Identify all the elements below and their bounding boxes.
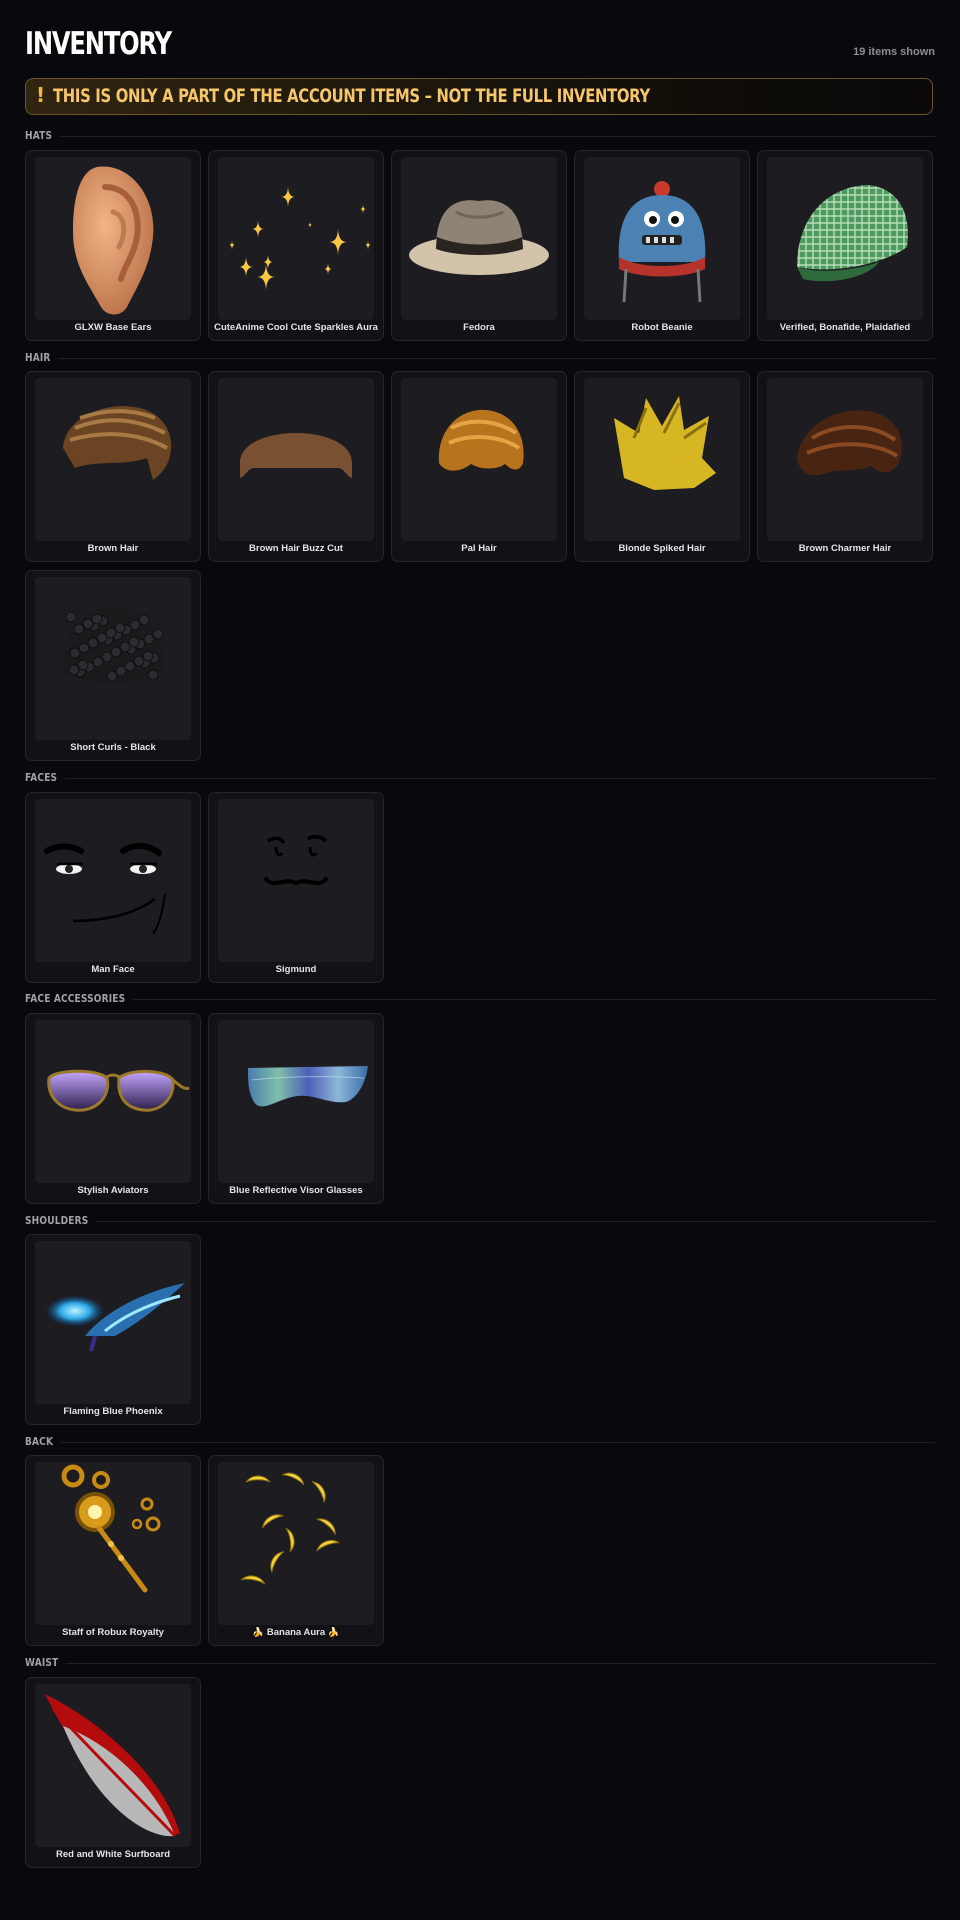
plaid-cap-icon bbox=[767, 157, 923, 320]
section-title: HATS bbox=[25, 129, 53, 142]
item-count: 19 items shown bbox=[853, 46, 935, 58]
inventory-page: INVENTORY 19 items shown ! THIS IS ONLY … bbox=[0, 0, 960, 1920]
item-name: Red and White Surfboard bbox=[56, 1849, 170, 1860]
item-name: Brown Hair bbox=[87, 543, 139, 554]
section-divider bbox=[60, 136, 935, 137]
item-card[interactable]: GLXW Base Ears bbox=[25, 150, 201, 341]
item-name: Brown Charmer Hair bbox=[798, 543, 892, 554]
section-divider bbox=[96, 1221, 935, 1222]
item-name: Blue Reflective Visor Glasses bbox=[229, 1185, 363, 1196]
mustache-face-icon bbox=[218, 799, 374, 962]
aviator-glasses-icon bbox=[35, 1020, 191, 1183]
item-card[interactable]: Brown Hair Buzz Cut bbox=[208, 371, 384, 562]
item-name: Stylish Aviators bbox=[77, 1185, 149, 1196]
item-card[interactable]: Short Curls - Black bbox=[25, 570, 201, 761]
item-card[interactable]: Brown Hair bbox=[25, 371, 201, 562]
section-title: WAIST bbox=[25, 1656, 59, 1669]
ear-icon bbox=[35, 157, 191, 320]
section-title: FACES bbox=[25, 771, 58, 784]
item-card[interactable]: 🍌 Banana Aura 🍌 bbox=[208, 1455, 384, 1646]
section-title: BACK bbox=[25, 1435, 54, 1448]
item-name: Fedora bbox=[463, 322, 495, 333]
item-card[interactable]: Staff of Robux Royalty bbox=[25, 1455, 201, 1646]
charmer-hair-icon bbox=[767, 378, 923, 541]
item-name: Man Face bbox=[91, 964, 135, 975]
section-header-hats: HATS bbox=[25, 129, 935, 143]
section-title: HAIR bbox=[25, 351, 51, 364]
surfboard-icon bbox=[35, 1684, 191, 1847]
section-divider bbox=[133, 999, 935, 1000]
item-card[interactable]: Pal Hair bbox=[391, 371, 567, 562]
item-name: Short Curls - Black bbox=[70, 742, 156, 753]
section-header-waist: WAIST bbox=[25, 1656, 935, 1670]
item-name: GLXW Base Ears bbox=[74, 322, 152, 333]
man-face-icon bbox=[35, 799, 191, 962]
section-title: FACE ACCESSORIES bbox=[25, 992, 126, 1005]
section-divider bbox=[58, 358, 935, 359]
item-name: Pal Hair bbox=[461, 543, 497, 554]
item-card[interactable]: Sigmund bbox=[208, 792, 384, 983]
item-card[interactable]: Flaming Blue Phoenix bbox=[25, 1234, 201, 1425]
item-card[interactable]: Stylish Aviators bbox=[25, 1013, 201, 1204]
page-title: INVENTORY bbox=[25, 26, 172, 62]
section-header-back: BACK bbox=[25, 1435, 935, 1449]
item-name: Brown Hair Buzz Cut bbox=[249, 543, 343, 554]
spiked-hair-icon bbox=[584, 378, 740, 541]
item-card[interactable]: Verified, Bonafide, Plaidafied bbox=[757, 150, 933, 341]
banana-aura-icon bbox=[218, 1462, 374, 1625]
warning-text: THIS IS ONLY A PART OF THE ACCOUNT ITEMS… bbox=[53, 85, 650, 107]
section-divider bbox=[66, 1663, 935, 1664]
item-card[interactable]: Blonde Spiked Hair bbox=[574, 371, 750, 562]
section-header-faces: FACES bbox=[25, 771, 935, 785]
visor-glasses-icon bbox=[218, 1020, 374, 1183]
curly-hair-icon bbox=[35, 577, 191, 740]
brown-hair-icon bbox=[35, 378, 191, 541]
item-name: Flaming Blue Phoenix bbox=[63, 1406, 163, 1417]
section-header-face-accessories: FACE ACCESSORIES bbox=[25, 992, 935, 1006]
item-name: Robot Beanie bbox=[631, 322, 693, 333]
item-card[interactable]: Fedora bbox=[391, 150, 567, 341]
header: INVENTORY 19 items shown bbox=[25, 26, 935, 62]
item-name: Verified, Bonafide, Plaidafied bbox=[779, 322, 911, 333]
pal-hair-icon bbox=[401, 378, 557, 541]
item-name: CuteAnime Cool Cute Sparkles Aura bbox=[214, 322, 378, 333]
item-card[interactable]: Blue Reflective Visor Glasses bbox=[208, 1013, 384, 1204]
fedora-hat-icon bbox=[401, 157, 557, 320]
buzz-cut-icon bbox=[218, 378, 374, 541]
item-name: Sigmund bbox=[275, 964, 317, 975]
exclamation-icon: ! bbox=[36, 83, 46, 107]
section-header-shoulders: SHOULDERS bbox=[25, 1214, 935, 1228]
item-name: 🍌 Banana Aura 🍌 bbox=[252, 1627, 340, 1638]
item-card[interactable]: Robot Beanie bbox=[574, 150, 750, 341]
item-card[interactable]: Red and White Surfboard bbox=[25, 1677, 201, 1868]
item-card[interactable]: Brown Charmer Hair bbox=[757, 371, 933, 562]
phoenix-icon bbox=[35, 1241, 191, 1404]
item-card[interactable]: CuteAnime Cool Cute Sparkles Aura bbox=[208, 150, 384, 341]
section-divider bbox=[65, 778, 935, 779]
item-name: Blonde Spiked Hair bbox=[618, 543, 706, 554]
warning-banner: ! THIS IS ONLY A PART OF THE ACCOUNT ITE… bbox=[25, 78, 933, 115]
staff-icon bbox=[35, 1462, 191, 1625]
section-divider bbox=[61, 1442, 935, 1443]
robot-beanie-icon bbox=[584, 157, 740, 320]
item-name: Staff of Robux Royalty bbox=[62, 1627, 164, 1638]
sparkles-icon bbox=[218, 157, 374, 320]
section-header-hair: HAIR bbox=[25, 351, 935, 365]
section-title: SHOULDERS bbox=[25, 1214, 89, 1227]
item-card[interactable]: Man Face bbox=[25, 792, 201, 983]
